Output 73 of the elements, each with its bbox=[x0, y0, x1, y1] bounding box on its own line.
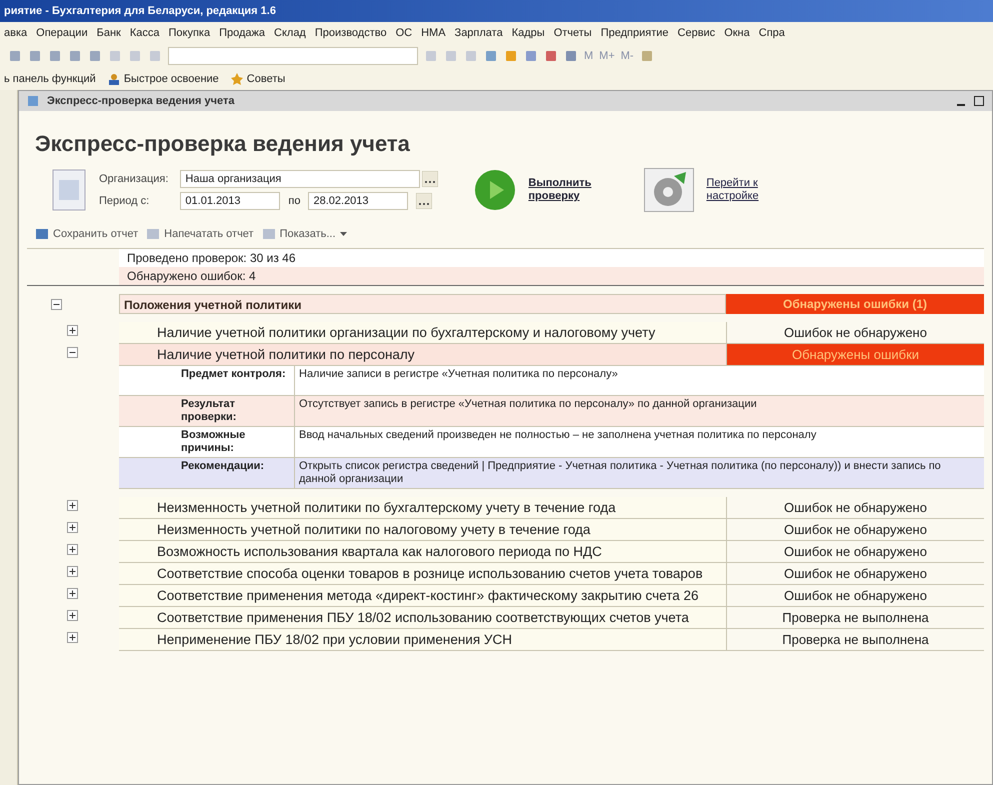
menu-item[interactable]: Кадры bbox=[512, 24, 545, 42]
menu-item[interactable]: авка bbox=[4, 24, 28, 42]
menu-item[interactable]: Операции bbox=[36, 24, 88, 42]
status-cell: Проверка не выполнена bbox=[726, 607, 984, 629]
star-icon bbox=[230, 73, 243, 85]
panel-link[interactable]: Советы bbox=[230, 70, 286, 88]
report-icon bbox=[51, 168, 87, 212]
status-cell: Обнаружены ошибки bbox=[726, 344, 984, 366]
menu-item[interactable]: НМА bbox=[421, 24, 446, 42]
expand-icon[interactable] bbox=[67, 588, 78, 599]
field-label: Период с: bbox=[99, 194, 150, 209]
menu-item[interactable]: Спра bbox=[758, 24, 785, 42]
detail-label: Рекомендации: bbox=[119, 458, 294, 489]
organization-field[interactable]: Наша организация bbox=[180, 170, 420, 188]
detail-text: Ввод начальных сведений произведен не полностью – не заполнена учетная политика по персоналу bbox=[294, 427, 984, 458]
expand-icon[interactable] bbox=[67, 610, 78, 621]
toolbar-button[interactable]: Показать... bbox=[262, 226, 347, 242]
status-cell: Ошибок не обнаружено bbox=[726, 519, 984, 541]
more-icon[interactable] bbox=[416, 193, 432, 209]
menu-item[interactable]: Окна bbox=[724, 24, 750, 42]
date-field[interactable]: 01.01.2013 bbox=[180, 192, 280, 210]
menu-item[interactable]: Сервис bbox=[678, 24, 716, 42]
panel-link[interactable]: Быстрое освоение bbox=[108, 70, 219, 88]
expand-icon[interactable] bbox=[67, 544, 78, 555]
menu-item[interactable]: Склад bbox=[274, 24, 306, 42]
expand-icon[interactable] bbox=[67, 500, 78, 511]
menu-item[interactable]: Производство bbox=[314, 24, 387, 42]
detail-label: Результат проверки: bbox=[119, 396, 294, 427]
menu-item[interactable]: Банк bbox=[96, 24, 121, 42]
detail-label: Предмет контроля: bbox=[119, 366, 294, 396]
status-cell: Ошибок не обнаружено bbox=[726, 585, 984, 607]
collapse-icon[interactable] bbox=[51, 298, 62, 310]
app-title-bar: риятие - Бухгалтерия для Беларуси, редакция 1.6 bbox=[0, 0, 993, 22]
window-title: Экспресс-проверка ведения учета bbox=[47, 94, 234, 109]
detail-label: Возможные причины: bbox=[119, 427, 294, 458]
play-icon[interactable] bbox=[474, 169, 516, 211]
page-heading: Экспресс-проверка ведения учета bbox=[35, 130, 411, 158]
detail-text: Открыть список регистра сведений | Предприятие - Учетная политика - Учетная политика (по персоналу)) и внести запись по данной организации bbox=[294, 458, 984, 489]
status-cell: Проверка не выполнена bbox=[726, 629, 984, 651]
check-title: Наличие учетной политики по персоналу bbox=[119, 344, 726, 366]
menu-item[interactable]: Зарплата bbox=[454, 24, 503, 42]
maximize-icon[interactable] bbox=[974, 96, 984, 106]
field-label: Организация: bbox=[99, 172, 168, 187]
menu-item[interactable]: Предприятие bbox=[600, 24, 669, 42]
collapse-icon[interactable] bbox=[67, 347, 78, 358]
toolbar-button[interactable]: Сохранить отчет bbox=[35, 226, 138, 242]
menu-item[interactable]: Отчеты bbox=[554, 24, 592, 42]
expand-icon[interactable] bbox=[67, 325, 78, 336]
detail-text: Наличие записи в регистре «Учетная политика по персоналу» bbox=[294, 366, 984, 396]
group-title: Положения учетной политики bbox=[119, 294, 726, 314]
field-label: по bbox=[288, 194, 300, 209]
panel-link[interactable]: ь панель функций bbox=[4, 70, 96, 88]
menu-item[interactable]: ОС bbox=[396, 24, 412, 42]
menu-item[interactable]: Касса bbox=[130, 24, 160, 42]
search-field[interactable] bbox=[168, 47, 418, 65]
status-cell: Обнаружены ошибки (1) bbox=[726, 294, 984, 314]
menu-item[interactable]: Покупка bbox=[168, 24, 210, 42]
expand-icon[interactable] bbox=[67, 566, 78, 577]
settings-link[interactable]: Перейти к настройке bbox=[706, 177, 786, 203]
more-icon[interactable] bbox=[422, 171, 438, 187]
status-cell: Ошибок не обнаружено bbox=[726, 541, 984, 563]
toolbar-button[interactable]: Напечатать отчет bbox=[146, 226, 254, 242]
status-cell: Ошибок не обнаружено bbox=[726, 497, 984, 519]
run-check-link[interactable]: Выполнить проверку bbox=[528, 177, 608, 203]
gear-icon[interactable] bbox=[644, 168, 694, 212]
status-cell: Ошибок не обнаружено bbox=[726, 563, 984, 585]
expand-icon[interactable] bbox=[67, 632, 78, 643]
expand-icon[interactable] bbox=[67, 522, 78, 533]
date-field[interactable]: 28.02.2013 bbox=[308, 192, 408, 210]
menu-item[interactable]: Продажа bbox=[219, 24, 266, 42]
caret-icon bbox=[340, 232, 347, 236]
detail-text: Отсутствует запись в регистре «Учетная политика по персоналу» по данной организации bbox=[294, 396, 984, 427]
person-icon bbox=[108, 73, 120, 85]
